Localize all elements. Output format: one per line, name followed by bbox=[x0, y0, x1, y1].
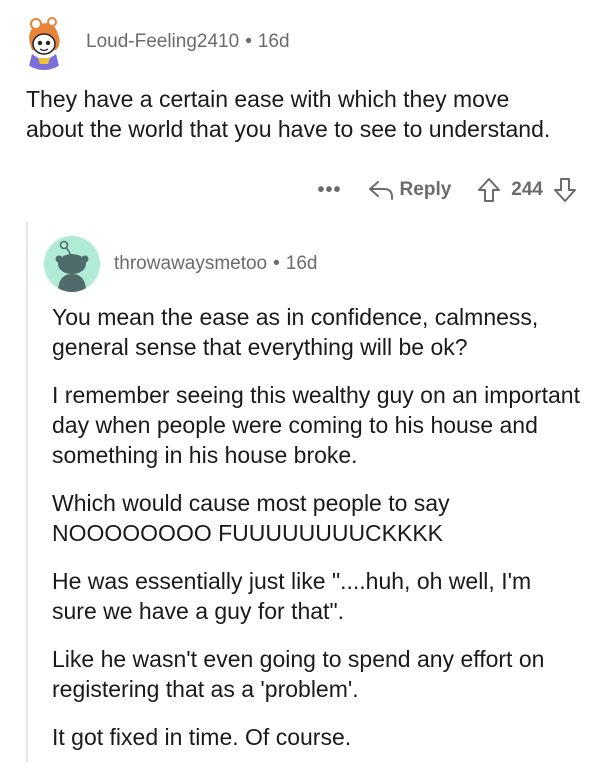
reply-avatar[interactable] bbox=[44, 236, 100, 292]
reply-header: throwawaysmetoo • 16d bbox=[44, 236, 584, 292]
comment-header: Loud-Feeling2410 • 16d bbox=[16, 14, 290, 70]
reply-body: You mean the ease as in confidence, calm… bbox=[52, 302, 582, 770]
reply-label: Reply bbox=[399, 179, 452, 200]
vote-controls: 244 bbox=[477, 177, 577, 203]
user-avatar[interactable] bbox=[16, 14, 72, 70]
reply-paragraph: You mean the ease as in confidence, calm… bbox=[52, 304, 539, 360]
reply-paragraph: I remember seeing this wealthy guy on an… bbox=[52, 382, 580, 468]
vote-count: 244 bbox=[511, 179, 543, 200]
upvote-arrow-icon[interactable] bbox=[477, 177, 501, 203]
meta-separator: • bbox=[245, 31, 252, 52]
reply-paragraph: It got fixed in time. Of course. bbox=[52, 724, 352, 750]
reply-age: 16d bbox=[285, 253, 318, 274]
reply-comment: throwawaysmetoo • 16d You mean the ease as… bbox=[44, 236, 584, 750]
reply-button[interactable]: Reply bbox=[368, 179, 452, 201]
reply-arrow-icon bbox=[368, 181, 393, 200]
comment-actions: ••• Reply 244 bbox=[318, 170, 577, 210]
snoo-avatar-icon bbox=[44, 236, 100, 292]
reply-meta: throwawaysmetoo • 16d bbox=[114, 253, 317, 275]
comment-meta: Loud-Feeling2410 • 16d bbox=[86, 31, 290, 53]
avatar-illustration-icon bbox=[16, 14, 72, 70]
reply-paragraph: He was essentially just like "....huh, o… bbox=[52, 568, 532, 624]
reply-username[interactable]: throwawaysmetoo bbox=[114, 253, 267, 274]
comment-body: They have a certain ease with which they… bbox=[26, 86, 551, 142]
comment-age: 16d bbox=[257, 31, 290, 52]
reply-paragraph: Which would cause most people to say NOO… bbox=[52, 490, 450, 546]
username[interactable]: Loud-Feeling2410 bbox=[86, 31, 239, 52]
reply-paragraph: Like he wasn't even going to spend any e… bbox=[52, 646, 545, 702]
downvote-arrow-icon[interactable] bbox=[553, 177, 577, 203]
thread-line[interactable] bbox=[26, 222, 28, 762]
reply-meta-separator: • bbox=[273, 253, 280, 274]
more-options-button[interactable]: ••• bbox=[318, 179, 342, 202]
